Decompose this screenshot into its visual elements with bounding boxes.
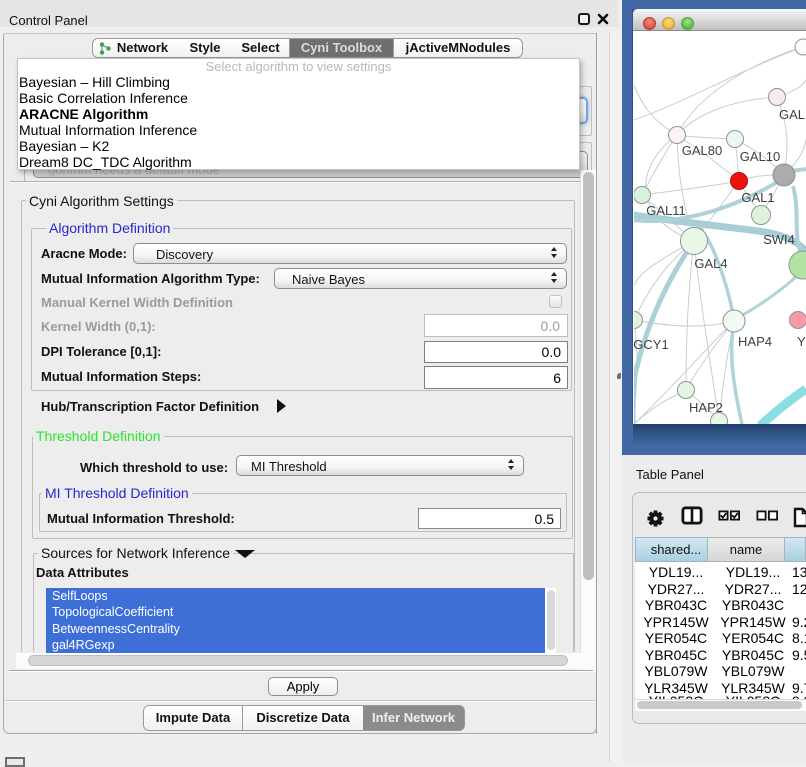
svg-text:GAL4: GAL4 — [694, 256, 727, 271]
svg-text:GAL1: GAL1 — [741, 190, 774, 205]
svg-text:SWI4: SWI4 — [763, 232, 795, 247]
svg-text:GCY1: GCY1 — [634, 337, 669, 352]
svg-text:HAP2: HAP2 — [689, 400, 723, 415]
svg-text:GAL10: GAL10 — [740, 149, 780, 164]
svg-text:GAL11: GAL11 — [646, 203, 686, 218]
svg-text:Y: Y — [797, 334, 806, 349]
svg-text:GAL80: GAL80 — [682, 143, 722, 158]
svg-text:GAL: GAL — [779, 107, 805, 122]
svg-text:HAP4: HAP4 — [738, 334, 772, 349]
